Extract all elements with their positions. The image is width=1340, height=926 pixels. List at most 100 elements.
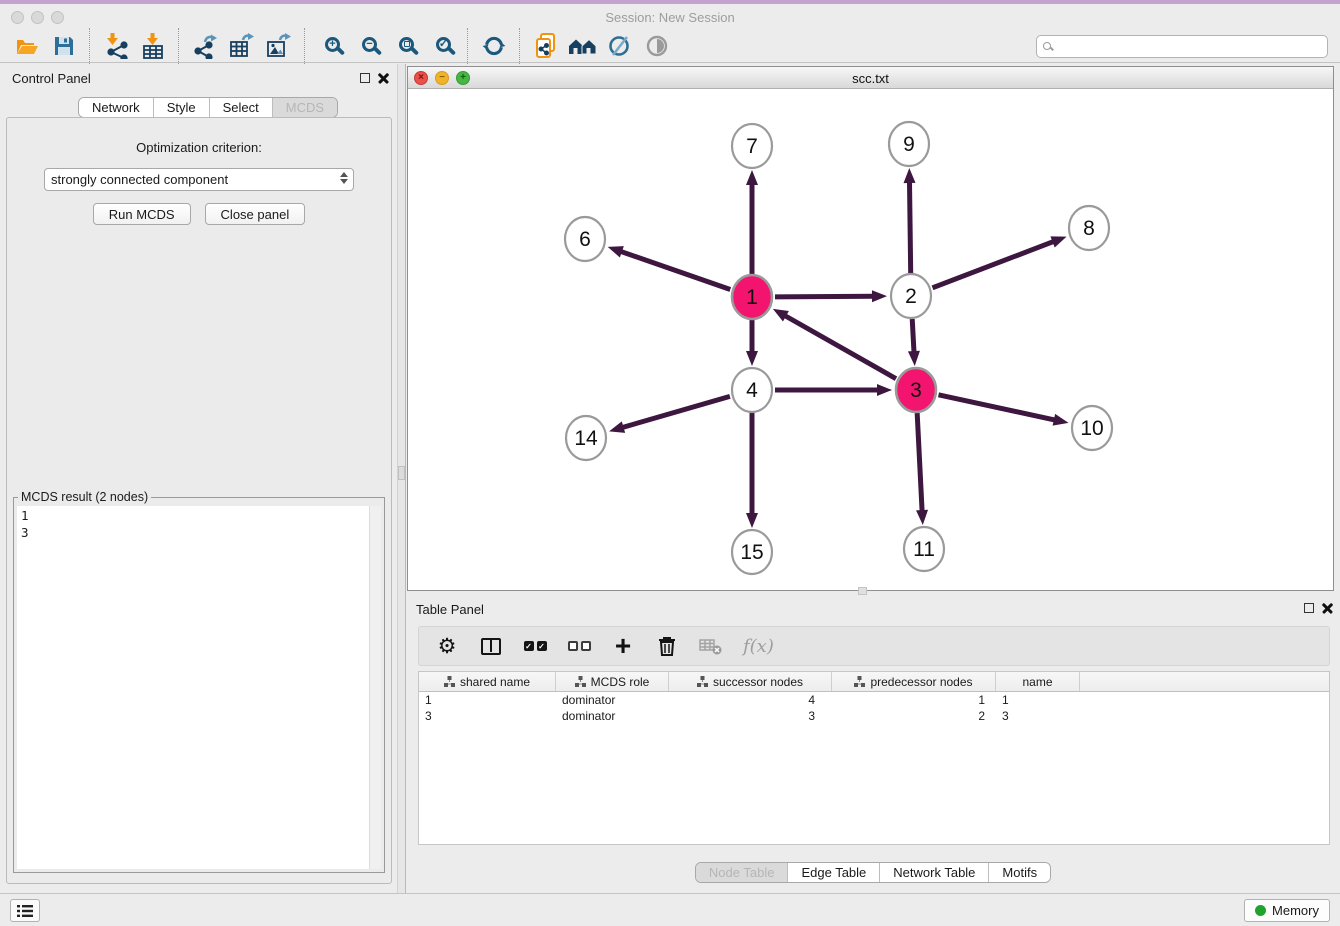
column-header[interactable]: shared name bbox=[419, 672, 556, 691]
tab-network[interactable]: Network bbox=[79, 98, 153, 117]
zoom-fit-icon[interactable] bbox=[386, 31, 423, 61]
graph-node-label: 7 bbox=[746, 135, 758, 158]
task-list-button[interactable] bbox=[10, 899, 40, 922]
export-table-icon[interactable] bbox=[223, 31, 260, 61]
control-panel-title: Control Panel bbox=[12, 71, 91, 86]
memory-label: Memory bbox=[1272, 903, 1319, 918]
toolbar-separator bbox=[467, 28, 468, 64]
graph-edge[interactable] bbox=[909, 180, 910, 273]
graph-edge[interactable] bbox=[912, 319, 914, 354]
graph-edge-arrow-icon bbox=[608, 246, 624, 257]
table-cell[interactable]: 3 bbox=[419, 708, 556, 724]
table-cell[interactable]: 1 bbox=[996, 692, 1080, 708]
copy-network-icon[interactable] bbox=[527, 31, 564, 61]
split-view-icon[interactable] bbox=[479, 633, 503, 659]
open-folder-icon[interactable] bbox=[8, 31, 45, 61]
export-image-icon[interactable] bbox=[260, 31, 297, 61]
splitter-grip[interactable] bbox=[398, 466, 405, 480]
add-icon[interactable]: + bbox=[611, 633, 635, 659]
refresh-icon[interactable] bbox=[475, 31, 512, 61]
zoom-out-icon: − bbox=[362, 37, 377, 52]
tab-motifs[interactable]: Motifs bbox=[988, 863, 1050, 882]
eye-icon bbox=[645, 34, 669, 58]
function-icon: f(x) bbox=[743, 633, 774, 659]
close-panel-icon[interactable] bbox=[1322, 603, 1333, 614]
graph-edge[interactable] bbox=[775, 296, 875, 297]
tab-network-table[interactable]: Network Table bbox=[879, 863, 988, 882]
graph-node-label: 15 bbox=[740, 541, 763, 564]
graph-edge[interactable] bbox=[938, 395, 1056, 421]
zoom-selected-icon[interactable]: ✓ bbox=[423, 31, 460, 61]
table-cell[interactable]: 1 bbox=[832, 692, 996, 708]
graph-edge[interactable] bbox=[783, 315, 896, 379]
table-panel: Table Panel ⚙ ✓✓ + bbox=[406, 595, 1340, 890]
tab-select[interactable]: Select bbox=[209, 98, 272, 117]
optimization-criterion-select[interactable]: strongly connected component bbox=[44, 168, 354, 191]
column-header[interactable]: predecessor nodes bbox=[832, 672, 996, 691]
network-window-titlebar[interactable]: × − + scc.txt bbox=[408, 67, 1333, 89]
table-cell[interactable]: 4 bbox=[669, 692, 832, 708]
table-row[interactable]: 3dominator323 bbox=[419, 708, 1329, 724]
gear-icon[interactable]: ⚙ bbox=[435, 633, 459, 659]
export-network-icon[interactable] bbox=[186, 31, 223, 61]
graph-edge[interactable] bbox=[619, 251, 730, 290]
tab-edge-table[interactable]: Edge Table bbox=[787, 863, 879, 882]
table-cell[interactable]: 3 bbox=[996, 708, 1080, 724]
table-row[interactable]: 1dominator411 bbox=[419, 692, 1329, 708]
close-panel-button[interactable]: Close panel bbox=[205, 203, 306, 225]
column-header[interactable]: name bbox=[996, 672, 1080, 691]
tab-node-table[interactable]: Node Table bbox=[696, 863, 788, 882]
table-cell[interactable]: dominator bbox=[556, 708, 669, 724]
mcds-result-text[interactable]: 1 3 bbox=[17, 506, 369, 869]
hide-eye-icon[interactable] bbox=[601, 31, 638, 61]
table-cell-filler bbox=[1080, 699, 1329, 701]
home-icon bbox=[568, 34, 598, 58]
zoom-selected-icon: ✓ bbox=[436, 37, 451, 52]
search-icon bbox=[1043, 42, 1051, 50]
network-canvas[interactable]: 1234678910111415 bbox=[408, 89, 1333, 590]
graph-edge-arrow-icon bbox=[916, 510, 928, 525]
import-network-icon[interactable] bbox=[97, 31, 134, 61]
tab-mcds[interactable]: MCDS bbox=[272, 98, 337, 117]
graph-edge[interactable] bbox=[917, 413, 922, 513]
export-network-icon bbox=[192, 33, 218, 59]
save-icon[interactable] bbox=[45, 31, 82, 61]
table-cell[interactable]: 3 bbox=[669, 708, 832, 724]
run-mcds-button[interactable]: Run MCDS bbox=[93, 203, 191, 225]
close-panel-icon[interactable] bbox=[378, 73, 389, 84]
float-panel-icon[interactable] bbox=[360, 73, 370, 83]
graph-edge[interactable] bbox=[932, 241, 1055, 288]
import-table-icon[interactable] bbox=[134, 31, 171, 61]
table-toolbar: ⚙ ✓✓ + f(x) bbox=[418, 626, 1330, 666]
toolbar-separator bbox=[304, 28, 305, 64]
column-header[interactable]: MCDS role bbox=[556, 672, 669, 691]
trash-icon[interactable] bbox=[655, 633, 679, 659]
tab-style[interactable]: Style bbox=[153, 98, 209, 117]
titlebar: Session: New Session bbox=[0, 4, 1340, 30]
splitter-grip[interactable] bbox=[858, 587, 867, 595]
deselect-all-icon[interactable] bbox=[567, 633, 591, 659]
float-panel-icon[interactable] bbox=[1304, 603, 1314, 613]
table-cell[interactable]: dominator bbox=[556, 692, 669, 708]
scrollbar[interactable] bbox=[369, 506, 381, 869]
table-body: 1dominator4113dominator323 bbox=[419, 692, 1329, 724]
table-cell-filler bbox=[1080, 715, 1329, 717]
home-icon[interactable] bbox=[564, 31, 601, 61]
eye-icon[interactable] bbox=[638, 31, 675, 61]
toolbar-separator bbox=[178, 28, 179, 64]
zoom-out-icon[interactable]: − bbox=[349, 31, 386, 61]
vertical-splitter[interactable] bbox=[397, 64, 406, 893]
save-icon bbox=[52, 34, 76, 58]
graph-edge[interactable] bbox=[621, 396, 730, 428]
memory-button[interactable]: Memory bbox=[1244, 899, 1330, 922]
mcds-result-box: MCDS result (2 nodes) 1 3 bbox=[13, 490, 385, 873]
table-cell[interactable]: 2 bbox=[832, 708, 996, 724]
zoom-in-icon[interactable]: + bbox=[312, 31, 349, 61]
table-header: shared name MCDS role successor nodes pr… bbox=[419, 672, 1329, 692]
select-all-icon[interactable]: ✓✓ bbox=[523, 633, 547, 659]
column-header[interactable]: successor nodes bbox=[669, 672, 832, 691]
status-bar: Memory bbox=[0, 893, 1340, 926]
search-input[interactable] bbox=[1051, 36, 1327, 57]
search-box[interactable] bbox=[1036, 35, 1328, 58]
table-cell[interactable]: 1 bbox=[419, 692, 556, 708]
